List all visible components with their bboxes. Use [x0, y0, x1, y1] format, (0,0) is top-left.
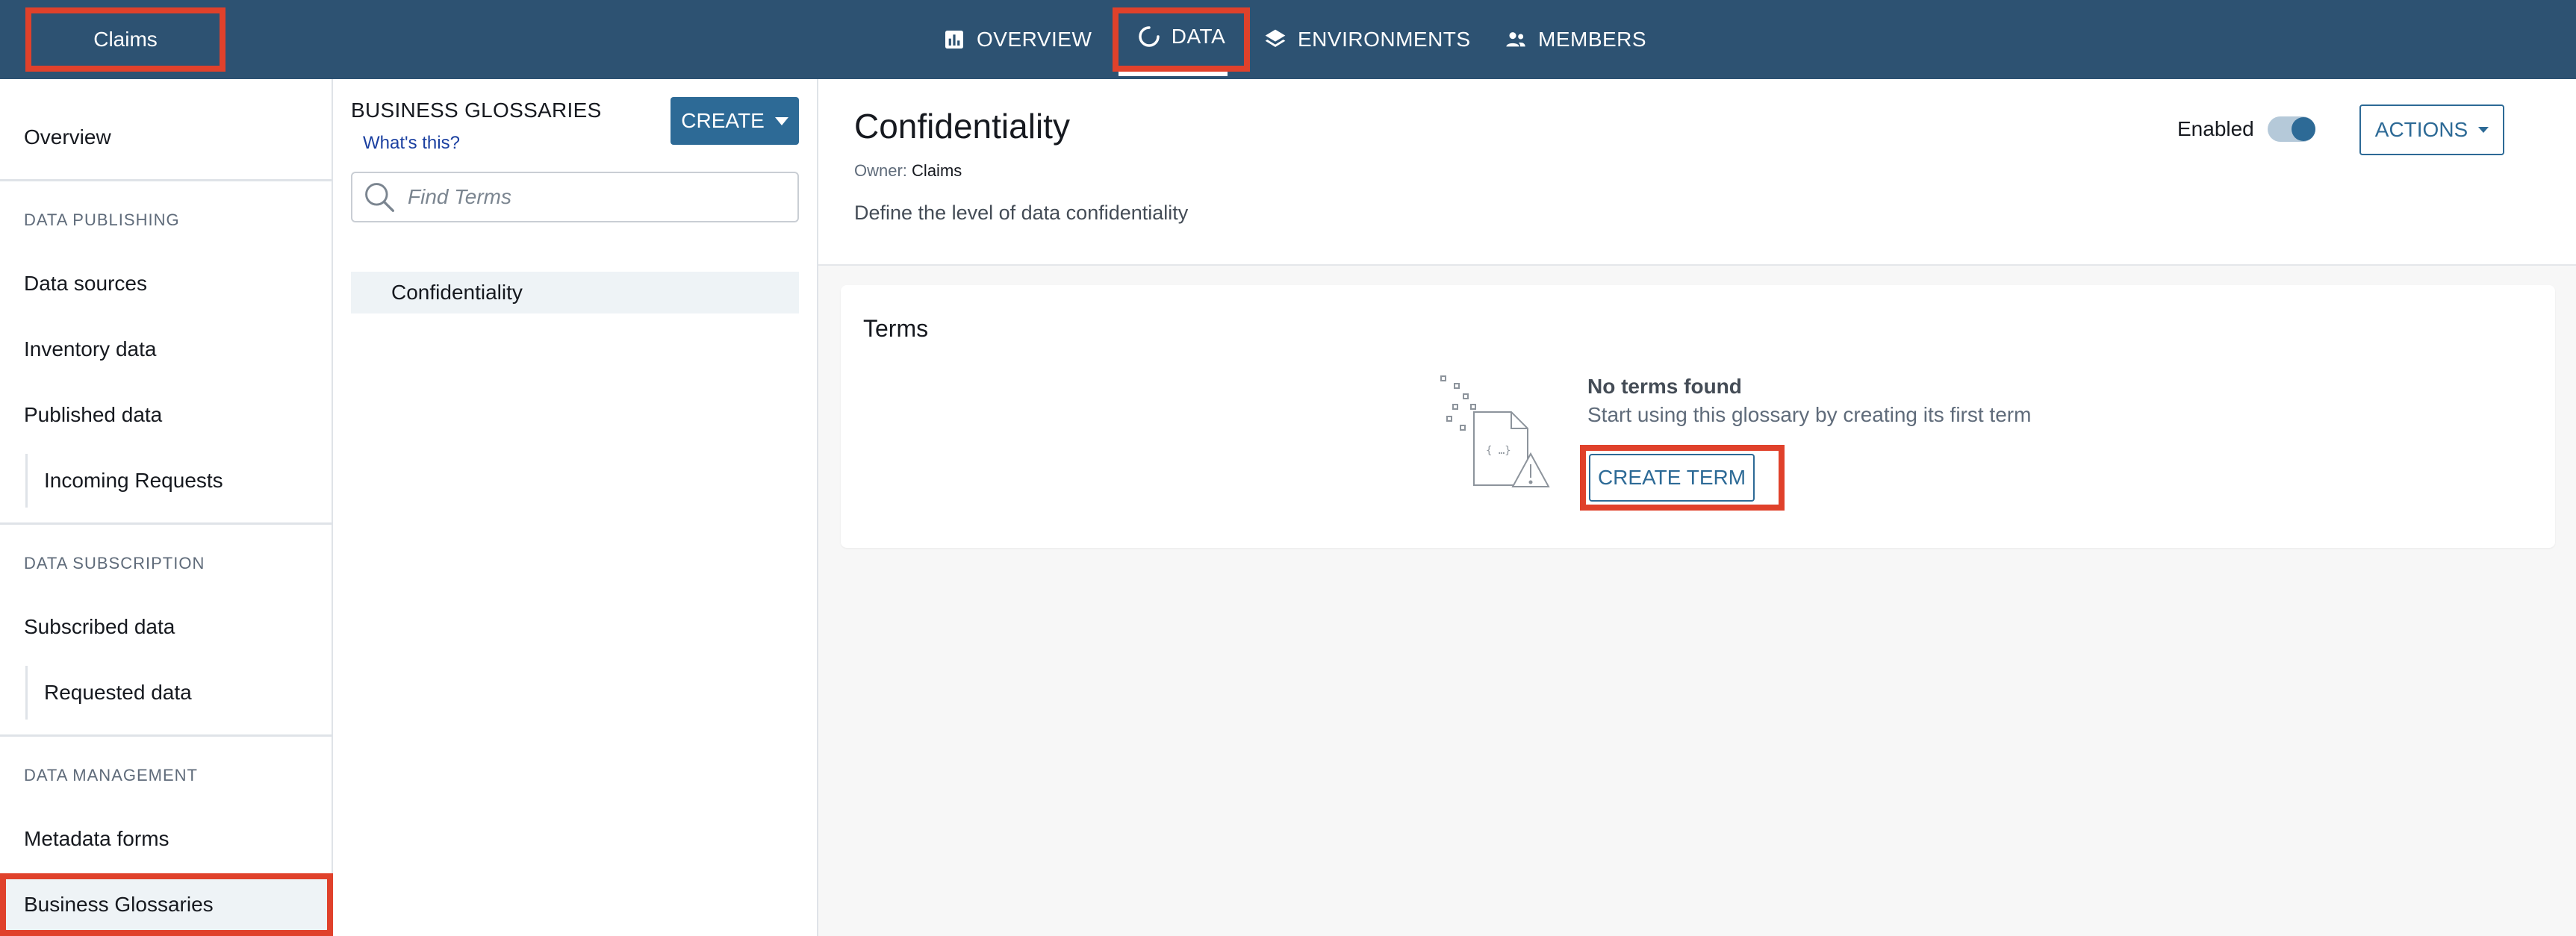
- sidebar-item-inventory-data[interactable]: Inventory data: [24, 337, 156, 361]
- enabled-toggle[interactable]: [2267, 116, 2315, 142]
- section-data-publishing: DATA PUBLISHING: [24, 210, 180, 229]
- project-selector[interactable]: Claims: [25, 7, 225, 72]
- search-box[interactable]: [351, 172, 799, 222]
- empty-state-title: No terms found: [1587, 375, 1742, 398]
- glossary-panel-title: BUSINESS GLOSSARIES: [351, 99, 602, 122]
- tab-members-label: MEMBERS: [1538, 28, 1647, 51]
- empty-file-warning-icon: { …}: [1440, 375, 1550, 487]
- actions-button-label: ACTIONS: [2374, 118, 2468, 141]
- page-title: Confidentiality: [854, 107, 1070, 146]
- sidebar-item-incoming-requests[interactable]: Incoming Requests: [25, 454, 223, 508]
- owner-value: Claims: [912, 161, 962, 180]
- caret-down-icon: [2478, 127, 2489, 133]
- glossary-list-item[interactable]: Confidentiality: [351, 272, 799, 313]
- sidebar-item-requested-data[interactable]: Requested data: [25, 666, 192, 720]
- actions-button[interactable]: ACTIONS: [2359, 104, 2504, 155]
- tab-environments-label: ENVIRONMENTS: [1298, 28, 1471, 51]
- sidebar-divider: [0, 522, 333, 525]
- sidebar-item-label: Incoming Requests: [44, 469, 223, 492]
- create-term-button[interactable]: CREATE TERM: [1589, 454, 1755, 502]
- owner-line: Owner: Claims: [854, 161, 962, 181]
- enabled-control: Enabled: [2177, 116, 2315, 142]
- glossary-description: Define the level of data confidentiality: [854, 202, 1189, 224]
- tab-overview[interactable]: OVERVIEW: [942, 0, 1092, 79]
- whats-this-link[interactable]: What's this?: [363, 133, 460, 154]
- tab-data[interactable]: DATA: [1113, 7, 1250, 72]
- bar-chart-icon: [945, 31, 963, 49]
- svg-text:{ …}: { …}: [1486, 445, 1511, 457]
- active-tab-indicator: [1119, 72, 1228, 76]
- create-term-label: CREATE TERM: [1597, 466, 1746, 489]
- create-glossary-button[interactable]: CREATE: [671, 97, 799, 145]
- tab-members[interactable]: MEMBERS: [1504, 0, 1646, 79]
- main-content: Confidentiality Owner: Claims Define the…: [818, 79, 2576, 936]
- search-icon: [365, 183, 394, 212]
- terms-card: Terms { …} No terms found Start using th…: [841, 285, 2555, 548]
- sidebar-item-label: Business Glossaries: [24, 893, 214, 916]
- project-name: Claims: [93, 28, 158, 51]
- glossary-detail-header: Confidentiality Owner: Claims Define the…: [818, 79, 2576, 266]
- sidebar-item-overview[interactable]: Overview: [24, 125, 111, 149]
- search-input[interactable]: [408, 185, 766, 209]
- create-term-highlight: CREATE TERM: [1580, 445, 1785, 511]
- glossary-item-label: Confidentiality: [391, 281, 523, 304]
- people-icon: [1506, 32, 1525, 47]
- left-navigation: Overview DATA PUBLISHING Data sources In…: [0, 79, 333, 936]
- sidebar-item-published-data[interactable]: Published data: [24, 403, 162, 427]
- sidebar-item-label: Requested data: [44, 681, 192, 704]
- glossary-list-panel: BUSINESS GLOSSARIES What's this? CREATE …: [333, 79, 818, 936]
- tab-data-label: DATA: [1171, 25, 1226, 48]
- sidebar-item-metadata-forms[interactable]: Metadata forms: [24, 827, 169, 851]
- layers-icon: [1265, 29, 1286, 47]
- sidebar-divider: [0, 734, 333, 737]
- terms-title: Terms: [863, 315, 929, 342]
- section-data-subscription: DATA SUBSCRIPTION: [24, 554, 205, 572]
- sidebar-item-subscribed-data[interactable]: Subscribed data: [24, 615, 175, 639]
- sidebar-item-business-glossaries[interactable]: Business Glossaries: [0, 873, 333, 936]
- tab-environments[interactable]: ENVIRONMENTS: [1263, 0, 1471, 79]
- sidebar-divider: [0, 179, 333, 181]
- empty-state-subtitle: Start using this glossary by creating it…: [1587, 403, 2032, 426]
- enabled-label: Enabled: [2177, 117, 2254, 140]
- owner-label: Owner:: [854, 161, 907, 180]
- top-navigation-bar: Claims OVERVIEW DATA ENVIRONMENTS MEMBER…: [0, 0, 2576, 79]
- tab-overview-label: OVERVIEW: [977, 28, 1092, 51]
- section-data-management: DATA MANAGEMENT: [24, 766, 198, 784]
- create-button-label: CREATE: [681, 109, 765, 132]
- sidebar-item-data-sources[interactable]: Data sources: [24, 272, 147, 296]
- caret-down-icon: [774, 116, 788, 125]
- spinner-icon: [1139, 26, 1160, 47]
